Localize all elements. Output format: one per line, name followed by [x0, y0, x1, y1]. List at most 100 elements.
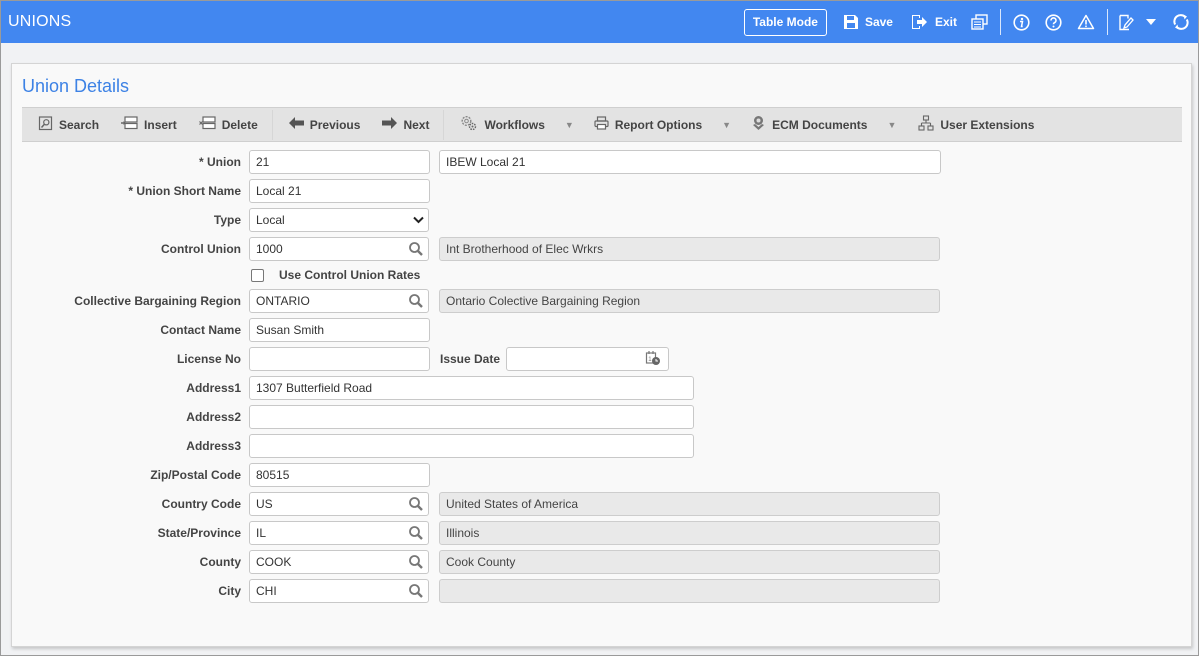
type-label: Type	[213, 213, 241, 227]
calendar-icon[interactable]: 1	[645, 350, 661, 366]
search-button[interactable]: Search	[38, 108, 99, 141]
workflows-button[interactable]: Workflows ▼	[460, 108, 574, 141]
use-control-union-rates-checkbox[interactable]	[251, 269, 264, 282]
edit-note-dropdown[interactable]	[1146, 19, 1156, 25]
state-description	[439, 521, 940, 545]
next-button[interactable]: Next	[382, 108, 429, 141]
refresh-button[interactable]	[1172, 13, 1190, 31]
delete-button[interactable]: Delete	[198, 108, 258, 141]
workflows-caret-icon[interactable]: ▼	[565, 120, 574, 130]
header-actions: Table Mode Save Exit	[743, 1, 1198, 43]
country-description	[439, 492, 940, 516]
address1-input[interactable]	[249, 376, 694, 400]
county-description	[439, 550, 940, 574]
edit-note-button[interactable]	[1118, 14, 1134, 31]
city-label: City	[218, 584, 241, 598]
union-description-input[interactable]	[439, 150, 941, 174]
save-icon	[843, 14, 859, 30]
county-label: County	[199, 555, 241, 569]
zip-label: Zip/Postal Code	[150, 468, 241, 482]
control-union-label: Control Union	[161, 242, 241, 256]
app-header: UNIONS Table Mode Save Exit	[1, 1, 1198, 43]
exit-button[interactable]: Exit	[911, 14, 957, 30]
delete-row-icon	[198, 116, 216, 133]
previous-button[interactable]: Previous	[288, 108, 361, 141]
address2-input[interactable]	[249, 405, 694, 429]
search-icon	[38, 115, 53, 134]
insert-row-icon	[121, 116, 138, 133]
panel-title: Union Details	[22, 76, 130, 96]
ecm-documents-caret-icon[interactable]: ▼	[887, 120, 896, 130]
use-control-union-rates-label: Use Control Union Rates	[279, 268, 421, 282]
report-icon	[971, 14, 988, 30]
control-union-input[interactable]	[249, 237, 429, 261]
toolbar-divider	[443, 109, 445, 140]
license-no-label: License No	[176, 352, 241, 366]
contact-name-input[interactable]	[249, 318, 430, 342]
address1-label: Address1	[186, 381, 241, 395]
zip-input[interactable]	[249, 463, 430, 487]
report-options-button[interactable]: Report Options ▼	[594, 108, 731, 141]
type-select[interactable]: Local	[249, 208, 429, 232]
contact-name-label: Contact Name	[160, 323, 241, 337]
address3-label: Address3	[186, 439, 241, 453]
search-lookup-icon[interactable]	[408, 583, 424, 599]
search-lookup-icon[interactable]	[408, 554, 424, 570]
exit-icon	[911, 14, 929, 30]
exit-label: Exit	[934, 15, 957, 29]
report-options-caret-icon[interactable]: ▼	[722, 120, 731, 130]
union-short-name-label: * Union Short Name	[128, 184, 241, 198]
union-input[interactable]	[249, 150, 430, 174]
edit-note-icon	[1118, 14, 1134, 31]
previous-label: Previous	[309, 117, 361, 132]
search-lookup-icon[interactable]	[408, 293, 424, 309]
arrow-left-icon	[288, 117, 304, 132]
address2-label: Address2	[186, 410, 241, 424]
delete-label: Delete	[221, 117, 258, 132]
collective-bargaining-region-label: Collective Bargaining Region	[74, 294, 241, 308]
workflows-label: Workflows	[484, 117, 545, 132]
toolbar-divider	[271, 109, 273, 140]
user-extensions-button[interactable]: User Extensions	[918, 108, 1034, 141]
ecm-documents-icon	[751, 115, 766, 134]
warning-button[interactable]	[1077, 14, 1095, 30]
state-province-input[interactable]	[249, 521, 429, 545]
warning-icon	[1077, 14, 1095, 30]
report-button[interactable]	[971, 14, 988, 30]
refresh-icon	[1172, 13, 1190, 31]
gears-icon	[460, 115, 478, 134]
help-button[interactable]	[1045, 13, 1062, 31]
state-province-label: State/Province	[157, 526, 241, 540]
dropdown-caret-icon	[1146, 19, 1156, 25]
type-select-value[interactable]: Local	[249, 208, 429, 232]
search-lookup-icon[interactable]	[408, 496, 424, 512]
city-description	[439, 579, 940, 603]
search-lookup-icon[interactable]	[408, 525, 424, 541]
union-short-name-input[interactable]	[249, 179, 430, 203]
search-label: Search	[59, 117, 100, 132]
ecm-documents-button[interactable]: ECM Documents ▼	[751, 108, 896, 141]
save-label: Save	[864, 15, 893, 29]
insert-label: Insert	[144, 117, 177, 132]
hierarchy-icon	[918, 115, 934, 134]
help-icon	[1045, 13, 1062, 31]
header-divider	[1107, 9, 1108, 35]
app-title: UNIONS	[8, 13, 72, 30]
country-code-input[interactable]	[249, 492, 429, 516]
collective-bargaining-region-input[interactable]	[249, 289, 429, 313]
svg-text:1: 1	[648, 357, 652, 363]
city-input[interactable]	[249, 579, 429, 603]
license-no-input[interactable]	[249, 347, 430, 371]
info-button[interactable]	[1013, 13, 1030, 31]
save-button[interactable]: Save	[843, 14, 893, 30]
printer-icon	[594, 116, 609, 133]
search-lookup-icon[interactable]	[408, 241, 424, 257]
insert-button[interactable]: Insert	[121, 108, 177, 141]
address3-input[interactable]	[249, 434, 694, 458]
control-union-description	[439, 237, 940, 261]
next-label: Next	[403, 117, 430, 132]
table-mode-button[interactable]: Table Mode	[743, 8, 827, 36]
collective-bargaining-region-description	[439, 289, 940, 313]
header-divider	[1000, 9, 1001, 35]
county-input[interactable]	[249, 550, 429, 574]
